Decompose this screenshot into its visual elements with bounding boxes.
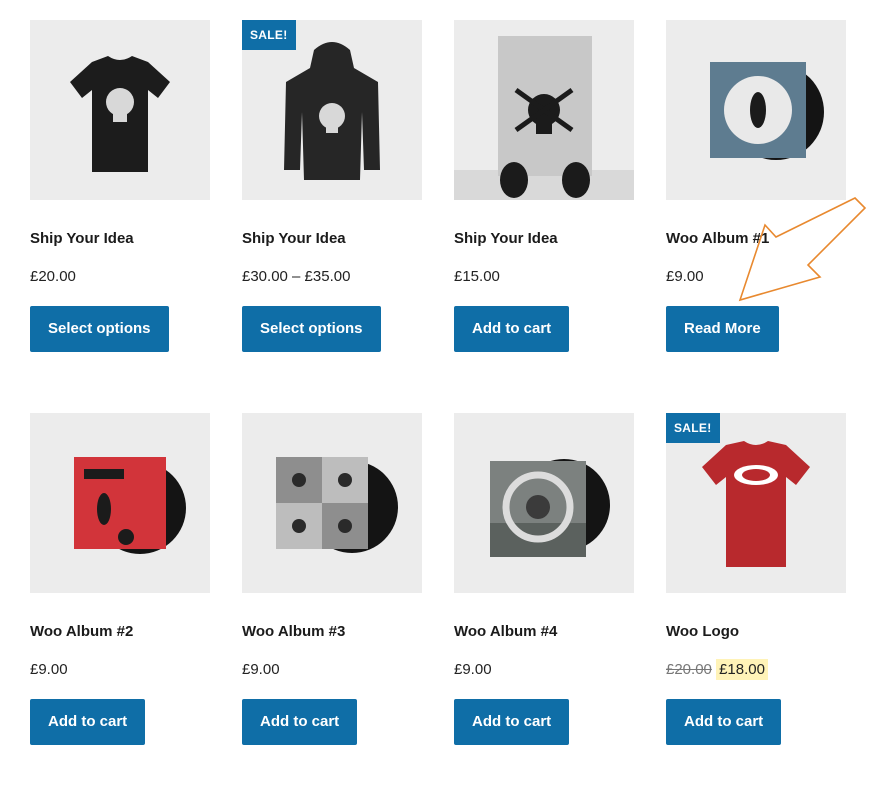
product-title[interactable]: Ship Your Idea	[454, 230, 634, 248]
product-image[interactable]	[454, 20, 634, 200]
product-price: £20.00 £18.00	[666, 659, 846, 680]
sale-badge: SALE!	[242, 20, 296, 50]
product-price: £30.00 – £35.00	[242, 268, 351, 285]
product-title[interactable]: Woo Logo	[666, 623, 846, 641]
album-grey-icon	[276, 457, 398, 553]
product-image[interactable]	[666, 20, 846, 200]
product-image[interactable]	[242, 413, 422, 593]
product-card: Ship Your Idea £20.00 Select options	[30, 20, 210, 413]
select-options-button[interactable]: Select options	[30, 306, 169, 352]
product-image[interactable]	[30, 413, 210, 593]
sale-price: £18.00	[716, 659, 768, 680]
sale-badge: SALE!	[666, 413, 720, 443]
album-blue-icon	[710, 62, 824, 160]
album-red-icon	[74, 457, 186, 554]
product-card: Woo Album #3 £9.00 Add to cart	[242, 413, 422, 806]
original-price: £20.00	[666, 661, 712, 678]
add-to-cart-button[interactable]: Add to cart	[30, 699, 146, 745]
product-card: Woo Album #4 £9.00 Add to cart	[454, 413, 634, 806]
product-price: £9.00	[454, 661, 492, 678]
product-title[interactable]: Woo Album #2	[30, 623, 210, 641]
product-grid: Ship Your Idea £20.00 Select options SAL…	[30, 20, 846, 806]
arrow-annotation-icon	[738, 197, 867, 302]
product-image[interactable]: SALE!	[666, 413, 846, 593]
add-to-cart-button[interactable]: Add to cart	[666, 699, 782, 745]
product-card: Ship Your Idea £15.00 Add to cart	[454, 20, 634, 413]
product-card: Woo Album #2 £9.00 Add to cart	[30, 413, 210, 806]
add-to-cart-button[interactable]: Add to cart	[454, 699, 570, 745]
product-image[interactable]	[454, 413, 634, 593]
product-image[interactable]	[30, 20, 210, 200]
product-image[interactable]: SALE!	[242, 20, 422, 200]
add-to-cart-button[interactable]: Add to cart	[454, 306, 570, 352]
product-price: £9.00	[242, 661, 280, 678]
select-options-button[interactable]: Select options	[242, 306, 381, 352]
add-to-cart-button[interactable]: Add to cart	[242, 699, 358, 745]
product-title[interactable]: Ship Your Idea	[242, 230, 422, 248]
product-price: £9.00	[30, 661, 68, 678]
product-card: SALE! Ship Your Idea £30.00 – £35.00 Sel…	[242, 20, 422, 413]
product-title[interactable]: Woo Album #4	[454, 623, 634, 641]
black-tshirt-icon	[70, 56, 170, 172]
product-price: £20.00	[30, 268, 76, 285]
product-price: £15.00	[454, 268, 500, 285]
product-title[interactable]: Ship Your Idea	[30, 230, 210, 248]
read-more-button[interactable]: Read More	[666, 306, 779, 352]
product-title[interactable]: Woo Album #3	[242, 623, 422, 641]
product-card: SALE! Woo Logo £20.00 £18.00 Add to cart	[666, 413, 846, 806]
album-photo-icon	[490, 459, 610, 557]
poster-icon	[454, 36, 634, 200]
